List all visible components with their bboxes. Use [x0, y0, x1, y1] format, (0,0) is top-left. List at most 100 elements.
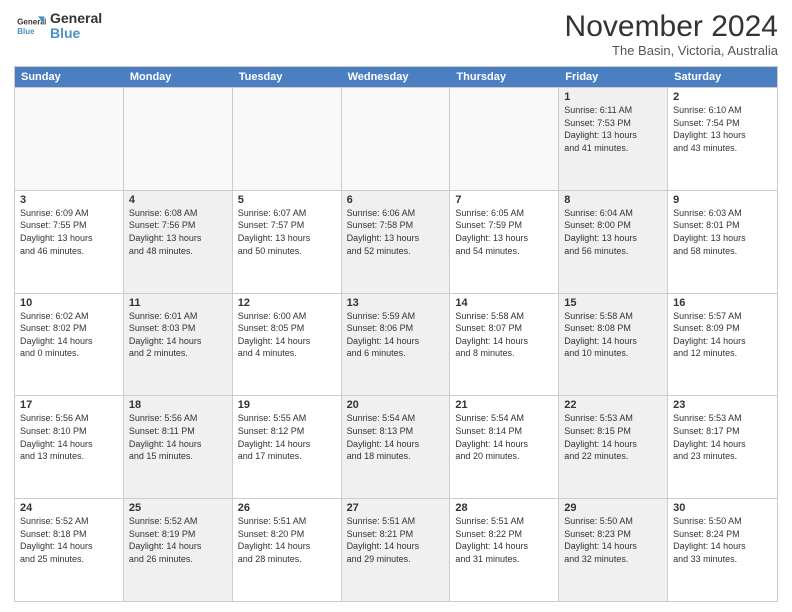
day-number: 18 [129, 399, 227, 411]
logo-text-general: General [50, 11, 102, 26]
day-number: 20 [347, 399, 445, 411]
day-number: 14 [455, 297, 553, 309]
calendar-body: 1Sunrise: 6:11 AM Sunset: 7:53 PM Daylig… [15, 87, 777, 601]
day-number: 27 [347, 502, 445, 514]
svg-text:Blue: Blue [17, 27, 35, 36]
day-number: 4 [129, 194, 227, 206]
calendar-cell-0-1 [124, 88, 233, 190]
day-number: 28 [455, 502, 553, 514]
calendar-cell-4-4: 28Sunrise: 5:51 AM Sunset: 8:22 PM Dayli… [450, 499, 559, 601]
header-day-monday: Monday [124, 67, 233, 87]
cell-text: Sunrise: 5:55 AM Sunset: 8:12 PM Dayligh… [238, 412, 336, 462]
cell-text: Sunrise: 6:06 AM Sunset: 7:58 PM Dayligh… [347, 207, 445, 257]
cell-text: Sunrise: 6:04 AM Sunset: 8:00 PM Dayligh… [564, 207, 662, 257]
cell-text: Sunrise: 6:11 AM Sunset: 7:53 PM Dayligh… [564, 104, 662, 154]
cell-text: Sunrise: 6:10 AM Sunset: 7:54 PM Dayligh… [673, 104, 772, 154]
cell-text: Sunrise: 6:07 AM Sunset: 7:57 PM Dayligh… [238, 207, 336, 257]
day-number: 6 [347, 194, 445, 206]
header-day-friday: Friday [559, 67, 668, 87]
header-day-wednesday: Wednesday [342, 67, 451, 87]
cell-text: Sunrise: 5:50 AM Sunset: 8:24 PM Dayligh… [673, 515, 772, 565]
calendar-cell-3-5: 22Sunrise: 5:53 AM Sunset: 8:15 PM Dayli… [559, 396, 668, 498]
calendar-row-2: 10Sunrise: 6:02 AM Sunset: 8:02 PM Dayli… [15, 293, 777, 396]
calendar-cell-1-2: 5Sunrise: 6:07 AM Sunset: 7:57 PM Daylig… [233, 191, 342, 293]
calendar-cell-3-3: 20Sunrise: 5:54 AM Sunset: 8:13 PM Dayli… [342, 396, 451, 498]
cell-text: Sunrise: 5:51 AM Sunset: 8:22 PM Dayligh… [455, 515, 553, 565]
calendar-cell-2-3: 13Sunrise: 5:59 AM Sunset: 8:06 PM Dayli… [342, 294, 451, 396]
day-number: 25 [129, 502, 227, 514]
day-number: 15 [564, 297, 662, 309]
day-number: 11 [129, 297, 227, 309]
location: The Basin, Victoria, Australia [565, 43, 778, 58]
calendar: SundayMondayTuesdayWednesdayThursdayFrid… [14, 66, 778, 602]
cell-text: Sunrise: 6:03 AM Sunset: 8:01 PM Dayligh… [673, 207, 772, 257]
calendar-cell-0-2 [233, 88, 342, 190]
calendar-cell-0-3 [342, 88, 451, 190]
calendar-cell-0-0 [15, 88, 124, 190]
cell-text: Sunrise: 6:00 AM Sunset: 8:05 PM Dayligh… [238, 310, 336, 360]
calendar-cell-2-6: 16Sunrise: 5:57 AM Sunset: 8:09 PM Dayli… [668, 294, 777, 396]
cell-text: Sunrise: 5:50 AM Sunset: 8:23 PM Dayligh… [564, 515, 662, 565]
calendar-cell-0-4 [450, 88, 559, 190]
day-number: 29 [564, 502, 662, 514]
cell-text: Sunrise: 5:51 AM Sunset: 8:20 PM Dayligh… [238, 515, 336, 565]
day-number: 26 [238, 502, 336, 514]
page: General Blue General Blue November 2024 … [0, 0, 792, 612]
calendar-cell-2-2: 12Sunrise: 6:00 AM Sunset: 8:05 PM Dayli… [233, 294, 342, 396]
calendar-cell-4-5: 29Sunrise: 5:50 AM Sunset: 8:23 PM Dayli… [559, 499, 668, 601]
day-number: 5 [238, 194, 336, 206]
cell-text: Sunrise: 6:02 AM Sunset: 8:02 PM Dayligh… [20, 310, 118, 360]
calendar-header: SundayMondayTuesdayWednesdayThursdayFrid… [15, 67, 777, 87]
calendar-cell-1-1: 4Sunrise: 6:08 AM Sunset: 7:56 PM Daylig… [124, 191, 233, 293]
cell-text: Sunrise: 5:52 AM Sunset: 8:19 PM Dayligh… [129, 515, 227, 565]
cell-text: Sunrise: 5:53 AM Sunset: 8:15 PM Dayligh… [564, 412, 662, 462]
cell-text: Sunrise: 5:51 AM Sunset: 8:21 PM Dayligh… [347, 515, 445, 565]
calendar-cell-1-4: 7Sunrise: 6:05 AM Sunset: 7:59 PM Daylig… [450, 191, 559, 293]
cell-text: Sunrise: 5:52 AM Sunset: 8:18 PM Dayligh… [20, 515, 118, 565]
header-day-thursday: Thursday [450, 67, 559, 87]
logo-text-blue: Blue [50, 26, 102, 41]
logo: General Blue General Blue [14, 10, 102, 42]
calendar-cell-1-5: 8Sunrise: 6:04 AM Sunset: 8:00 PM Daylig… [559, 191, 668, 293]
calendar-cell-4-1: 25Sunrise: 5:52 AM Sunset: 8:19 PM Dayli… [124, 499, 233, 601]
calendar-cell-0-6: 2Sunrise: 6:10 AM Sunset: 7:54 PM Daylig… [668, 88, 777, 190]
calendar-row-0: 1Sunrise: 6:11 AM Sunset: 7:53 PM Daylig… [15, 87, 777, 190]
logo-icon: General Blue [14, 10, 46, 42]
calendar-cell-4-3: 27Sunrise: 5:51 AM Sunset: 8:21 PM Dayli… [342, 499, 451, 601]
day-number: 22 [564, 399, 662, 411]
cell-text: Sunrise: 5:57 AM Sunset: 8:09 PM Dayligh… [673, 310, 772, 360]
cell-text: Sunrise: 6:05 AM Sunset: 7:59 PM Dayligh… [455, 207, 553, 257]
day-number: 21 [455, 399, 553, 411]
day-number: 19 [238, 399, 336, 411]
header: General Blue General Blue November 2024 … [14, 10, 778, 58]
calendar-cell-3-1: 18Sunrise: 5:56 AM Sunset: 8:11 PM Dayli… [124, 396, 233, 498]
day-number: 23 [673, 399, 772, 411]
calendar-cell-2-1: 11Sunrise: 6:01 AM Sunset: 8:03 PM Dayli… [124, 294, 233, 396]
day-number: 12 [238, 297, 336, 309]
calendar-cell-4-6: 30Sunrise: 5:50 AM Sunset: 8:24 PM Dayli… [668, 499, 777, 601]
header-day-saturday: Saturday [668, 67, 777, 87]
header-day-tuesday: Tuesday [233, 67, 342, 87]
title-block: November 2024 The Basin, Victoria, Austr… [565, 10, 778, 58]
cell-text: Sunrise: 6:01 AM Sunset: 8:03 PM Dayligh… [129, 310, 227, 360]
calendar-cell-3-6: 23Sunrise: 5:53 AM Sunset: 8:17 PM Dayli… [668, 396, 777, 498]
cell-text: Sunrise: 5:53 AM Sunset: 8:17 PM Dayligh… [673, 412, 772, 462]
day-number: 30 [673, 502, 772, 514]
calendar-cell-1-3: 6Sunrise: 6:06 AM Sunset: 7:58 PM Daylig… [342, 191, 451, 293]
day-number: 9 [673, 194, 772, 206]
day-number: 13 [347, 297, 445, 309]
day-number: 3 [20, 194, 118, 206]
calendar-cell-2-0: 10Sunrise: 6:02 AM Sunset: 8:02 PM Dayli… [15, 294, 124, 396]
day-number: 17 [20, 399, 118, 411]
cell-text: Sunrise: 5:58 AM Sunset: 8:07 PM Dayligh… [455, 310, 553, 360]
cell-text: Sunrise: 5:54 AM Sunset: 8:13 PM Dayligh… [347, 412, 445, 462]
calendar-cell-3-2: 19Sunrise: 5:55 AM Sunset: 8:12 PM Dayli… [233, 396, 342, 498]
day-number: 8 [564, 194, 662, 206]
calendar-cell-3-4: 21Sunrise: 5:54 AM Sunset: 8:14 PM Dayli… [450, 396, 559, 498]
calendar-row-1: 3Sunrise: 6:09 AM Sunset: 7:55 PM Daylig… [15, 190, 777, 293]
cell-text: Sunrise: 5:56 AM Sunset: 8:10 PM Dayligh… [20, 412, 118, 462]
calendar-cell-2-4: 14Sunrise: 5:58 AM Sunset: 8:07 PM Dayli… [450, 294, 559, 396]
calendar-cell-4-0: 24Sunrise: 5:52 AM Sunset: 8:18 PM Dayli… [15, 499, 124, 601]
day-number: 7 [455, 194, 553, 206]
month-title: November 2024 [565, 10, 778, 43]
